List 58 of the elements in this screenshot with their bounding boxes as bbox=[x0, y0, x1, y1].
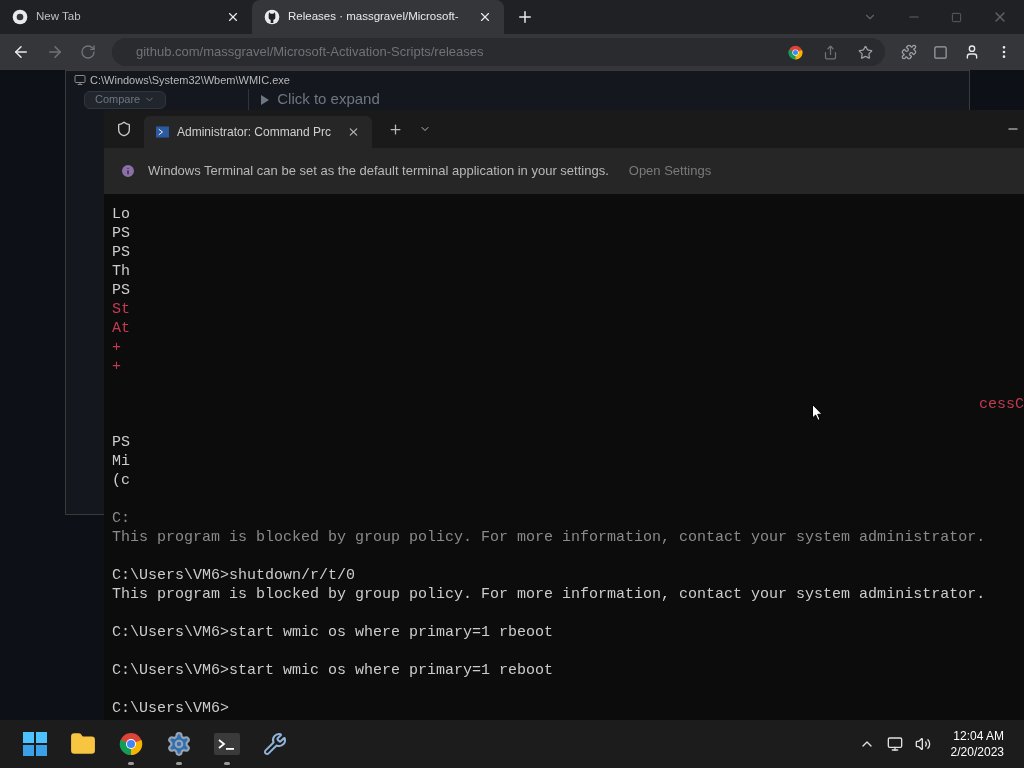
close-icon[interactable] bbox=[226, 10, 240, 24]
back-icon[interactable] bbox=[12, 43, 30, 61]
terminal-line: + bbox=[112, 338, 121, 357]
terminal-line: Th bbox=[112, 262, 130, 281]
terminal-line: C:\Users\VM6> bbox=[112, 699, 230, 718]
terminal-line: PS bbox=[112, 224, 130, 243]
disclosure-triangle-icon bbox=[261, 94, 270, 105]
terminal-icon[interactable] bbox=[214, 733, 240, 755]
terminal-line: C:\Users\VM6>start wmic os where primary=1 reboot bbox=[112, 661, 554, 680]
terminal-fragment: cessC bbox=[979, 395, 1024, 414]
terminal-line: C: bbox=[112, 509, 130, 528]
terminal-line: St bbox=[112, 300, 130, 319]
network-icon[interactable] bbox=[886, 736, 903, 752]
forward-icon[interactable] bbox=[46, 43, 64, 61]
terminal-line: C:\Users\VM6>shutdown/r/t/0 bbox=[112, 566, 356, 585]
tab-title: Administrator: Command Prc bbox=[176, 124, 331, 141]
address-text: github.com/massgravel/Microsoft-Activation-Scripts/releases bbox=[136, 43, 485, 62]
open-settings-link[interactable]: Open Settings bbox=[628, 161, 712, 181]
windows-logo-icon[interactable] bbox=[23, 732, 47, 756]
terminal-line: Lo bbox=[112, 205, 130, 224]
powershell-icon bbox=[156, 126, 169, 138]
tab-title: New Tab bbox=[36, 9, 82, 25]
shield-icon bbox=[116, 121, 132, 137]
terminal-line: (c bbox=[112, 471, 130, 490]
tab-title: Releases · massgravel/Microsoft- bbox=[288, 9, 460, 25]
profile-icon[interactable] bbox=[964, 44, 980, 60]
browser-tab[interactable]: Releases · massgravel/Microsoft- bbox=[252, 0, 504, 34]
terminal-line: This program is blocked by group policy. For more information, contact your system administrator. bbox=[112, 585, 986, 604]
info-icon bbox=[120, 163, 136, 179]
terminal-line: At bbox=[112, 319, 130, 338]
wrench-icon[interactable] bbox=[263, 732, 287, 756]
terminal-line: PS bbox=[112, 433, 130, 452]
bookmark-star-icon[interactable] bbox=[858, 44, 873, 60]
reload-icon[interactable] bbox=[80, 44, 96, 60]
terminal-line: PS bbox=[112, 281, 130, 300]
folder-icon[interactable] bbox=[70, 731, 96, 757]
terminal-line: C:\Users\VM6>start wmic os where primary=1 rbeoot bbox=[112, 623, 554, 642]
terminal-line: Mi bbox=[112, 452, 130, 471]
terminal-line: PS bbox=[112, 243, 130, 262]
browser-tab[interactable]: New Tab bbox=[0, 0, 252, 34]
close-icon[interactable] bbox=[478, 10, 492, 24]
clock[interactable]: 12:04 AM 2/20/2023 bbox=[950, 728, 1004, 760]
info-message: Windows Terminal can be set as the default terminal application in your settings. bbox=[148, 162, 609, 181]
mouse-cursor-icon bbox=[812, 404, 823, 421]
cat-icon bbox=[264, 9, 280, 25]
new-tab-icon[interactable] bbox=[516, 8, 534, 26]
terminal-line: + bbox=[112, 357, 121, 376]
extensions-icon[interactable] bbox=[901, 44, 917, 60]
settings-icon[interactable] bbox=[166, 731, 192, 757]
sidebar-icon[interactable] bbox=[933, 44, 948, 60]
share-icon[interactable] bbox=[823, 44, 838, 60]
volume-icon[interactable] bbox=[914, 736, 931, 752]
window-title: C:\Windows\System32\Wbem\WMIC.exe bbox=[90, 73, 290, 87]
new-tab-icon[interactable] bbox=[388, 121, 403, 137]
close-icon[interactable] bbox=[347, 125, 360, 139]
terminal-line: This program is blocked by group policy. For more information, contact your system administrator. bbox=[112, 528, 986, 547]
terminal-tab[interactable]: Administrator: Command Prc bbox=[144, 116, 372, 148]
console-icon bbox=[74, 74, 86, 86]
